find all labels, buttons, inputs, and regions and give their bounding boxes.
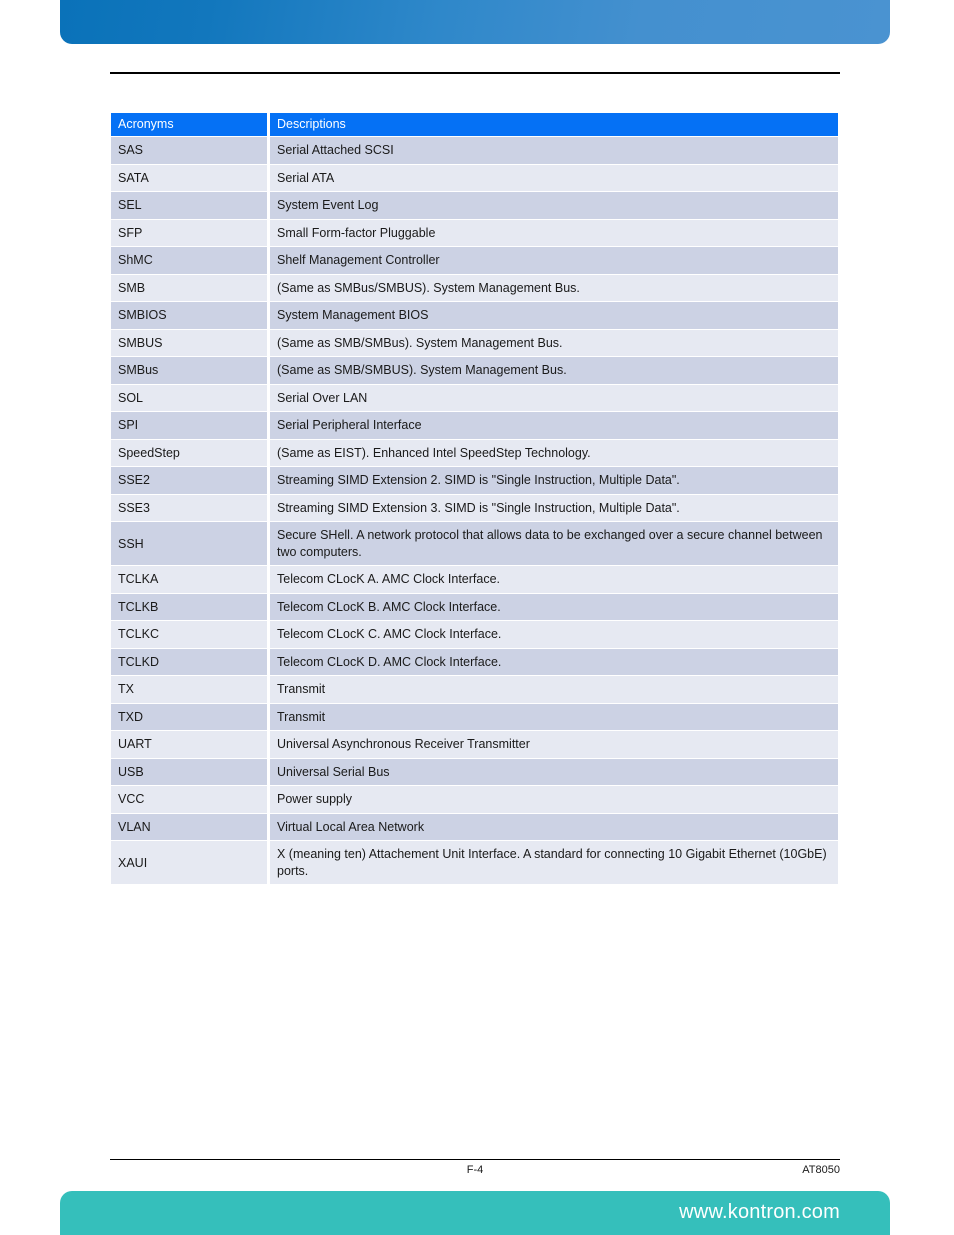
cell-description: Streaming SIMD Extension 3. SIMD is "Sin… xyxy=(270,494,838,522)
table-row: SSH Secure SHell. A network protocol that… xyxy=(111,522,838,566)
cell-description: Telecom CLocK D. AMC Clock Interface. xyxy=(270,648,838,676)
cell-acronym: UART xyxy=(111,731,267,758)
cell-acronym: XAUI xyxy=(111,841,267,885)
cell-description: Small Form-factor Pluggable xyxy=(270,219,838,247)
cell-acronym: SPI xyxy=(111,412,267,439)
table-row: SSE3 Streaming SIMD Extension 3. SIMD is … xyxy=(111,494,838,522)
table-row: SATA Serial ATA xyxy=(111,164,838,192)
table-header-row: Acronyms Descriptions xyxy=(111,113,838,137)
cell-acronym: VLAN xyxy=(111,813,267,841)
cell-description: X (meaning ten) Attachement Unit Interfa… xyxy=(270,841,838,885)
cell-acronym: SFP xyxy=(111,219,267,247)
cell-acronym: USB xyxy=(111,758,267,786)
cell-description: Serial Over LAN xyxy=(270,384,838,412)
cell-description: (Same as SMBus/SMBUS). System Management… xyxy=(270,274,838,302)
cell-description: Serial Attached SCSI xyxy=(270,137,838,164)
table-row: VLAN Virtual Local Area Network xyxy=(111,813,838,841)
table-row: SEL System Event Log xyxy=(111,192,838,219)
table-row: TCLKC Telecom CLocK C. AMC Clock Interfac… xyxy=(111,621,838,648)
cell-description: Virtual Local Area Network xyxy=(270,813,838,841)
table-row: VCC Power supply xyxy=(111,786,838,813)
footer: F-4 AT8050 xyxy=(110,1164,840,1180)
table-row: TCLKA Telecom CLocK A. AMC Clock Interfac… xyxy=(111,566,838,593)
cell-acronym: TX xyxy=(111,676,267,703)
cell-acronym: SAS xyxy=(111,137,267,164)
table-row: UART Universal Asynchronous Receiver Tran… xyxy=(111,731,838,758)
table-row: SPI Serial Peripheral Interface xyxy=(111,412,838,439)
cell-description: Transmit xyxy=(270,703,838,731)
table-row: SMBus (Same as SMB/SMBUS). System Managem… xyxy=(111,357,838,384)
table-row: TCLKD Telecom CLocK D. AMC Clock Interfac… xyxy=(111,648,838,676)
cell-description: (Same as SMB/SMBUS). System Management B… xyxy=(270,357,838,384)
cell-acronym: TCLKB xyxy=(111,593,267,621)
footer-divider-rule xyxy=(110,1159,840,1160)
table-row: SAS Serial Attached SCSI xyxy=(111,137,838,164)
acronyms-table-container: Acronyms Descriptions SAS Serial Attached… xyxy=(111,112,838,885)
table-row: TCLKB Telecom CLocK B. AMC Clock Interfac… xyxy=(111,593,838,621)
acronyms-table: Acronyms Descriptions SAS Serial Attached… xyxy=(108,112,841,885)
cell-acronym: SSH xyxy=(111,522,267,566)
cell-description: Serial Peripheral Interface xyxy=(270,412,838,439)
table-row: SMBUS (Same as SMB/SMBus). System Managem… xyxy=(111,329,838,357)
cell-acronym: SMBIOS xyxy=(111,302,267,329)
cell-acronym: SMB xyxy=(111,274,267,302)
column-header-descriptions: Descriptions xyxy=(270,113,838,137)
cell-description: Universal Asynchronous Receiver Transmit… xyxy=(270,731,838,758)
cell-acronym: ShMC xyxy=(111,247,267,274)
cell-description: System Event Log xyxy=(270,192,838,219)
table-body: SAS Serial Attached SCSI SATA Serial ATA SEL… xyxy=(111,137,838,885)
table-row: SMB (Same as SMBus/SMBUS). System Managem… xyxy=(111,274,838,302)
cell-description: (Same as EIST). Enhanced Intel SpeedStep… xyxy=(270,439,838,467)
footer-page-number: F-4 xyxy=(466,1164,484,1176)
cell-description: Serial ATA xyxy=(270,164,838,192)
cell-acronym: SSE2 xyxy=(111,467,267,494)
cell-acronym: TCLKC xyxy=(111,621,267,648)
column-header-acronyms: Acronyms xyxy=(111,113,267,137)
table-row: SMBIOS System Management BIOS xyxy=(111,302,838,329)
cell-description: Power supply xyxy=(270,786,838,813)
cell-description: Secure SHell. A network protocol that al… xyxy=(270,522,838,566)
table-row: SFP Small Form-factor Pluggable xyxy=(111,219,838,247)
cell-acronym: SpeedStep xyxy=(111,439,267,467)
cell-acronym: SMBus xyxy=(111,357,267,384)
table-row: TXD Transmit xyxy=(111,703,838,731)
cell-description: Telecom CLocK A. AMC Clock Interface. xyxy=(270,566,838,593)
cell-acronym: TCLKD xyxy=(111,648,267,676)
table-row: USB Universal Serial Bus xyxy=(111,758,838,786)
header-divider-rule xyxy=(110,72,840,74)
cell-description: Universal Serial Bus xyxy=(270,758,838,786)
table-row: XAUI X (meaning ten) Attachement Unit Int… xyxy=(111,841,838,885)
bottom-brand-bar: www.kontron.com xyxy=(60,1191,890,1235)
cell-description: (Same as SMB/SMBus). System Management B… xyxy=(270,329,838,357)
cell-acronym: SMBUS xyxy=(111,329,267,357)
table-row: SpeedStep (Same as EIST). Enhanced Intel … xyxy=(111,439,838,467)
brand-url: www.kontron.com xyxy=(679,1201,840,1223)
cell-description: Transmit xyxy=(270,676,838,703)
cell-acronym: SATA xyxy=(111,164,267,192)
cell-acronym: SSE3 xyxy=(111,494,267,522)
cell-description: Telecom CLocK B. AMC Clock Interface. xyxy=(270,593,838,621)
cell-acronym: SOL xyxy=(111,384,267,412)
cell-description: Telecom CLocK C. AMC Clock Interface. xyxy=(270,621,838,648)
cell-acronym: TCLKA xyxy=(111,566,267,593)
table-row: ShMC Shelf Management Controller xyxy=(111,247,838,274)
top-decorative-bar xyxy=(60,0,890,44)
cell-description: Streaming SIMD Extension 2. SIMD is "Sin… xyxy=(270,467,838,494)
cell-acronym: SEL xyxy=(111,192,267,219)
cell-description: Shelf Management Controller xyxy=(270,247,838,274)
footer-document-name: AT8050 xyxy=(802,1164,840,1176)
table-row: TX Transmit xyxy=(111,676,838,703)
table-row: SOL Serial Over LAN xyxy=(111,384,838,412)
cell-description: System Management BIOS xyxy=(270,302,838,329)
table-row: SSE2 Streaming SIMD Extension 2. SIMD is … xyxy=(111,467,838,494)
cell-acronym: VCC xyxy=(111,786,267,813)
cell-acronym: TXD xyxy=(111,703,267,731)
